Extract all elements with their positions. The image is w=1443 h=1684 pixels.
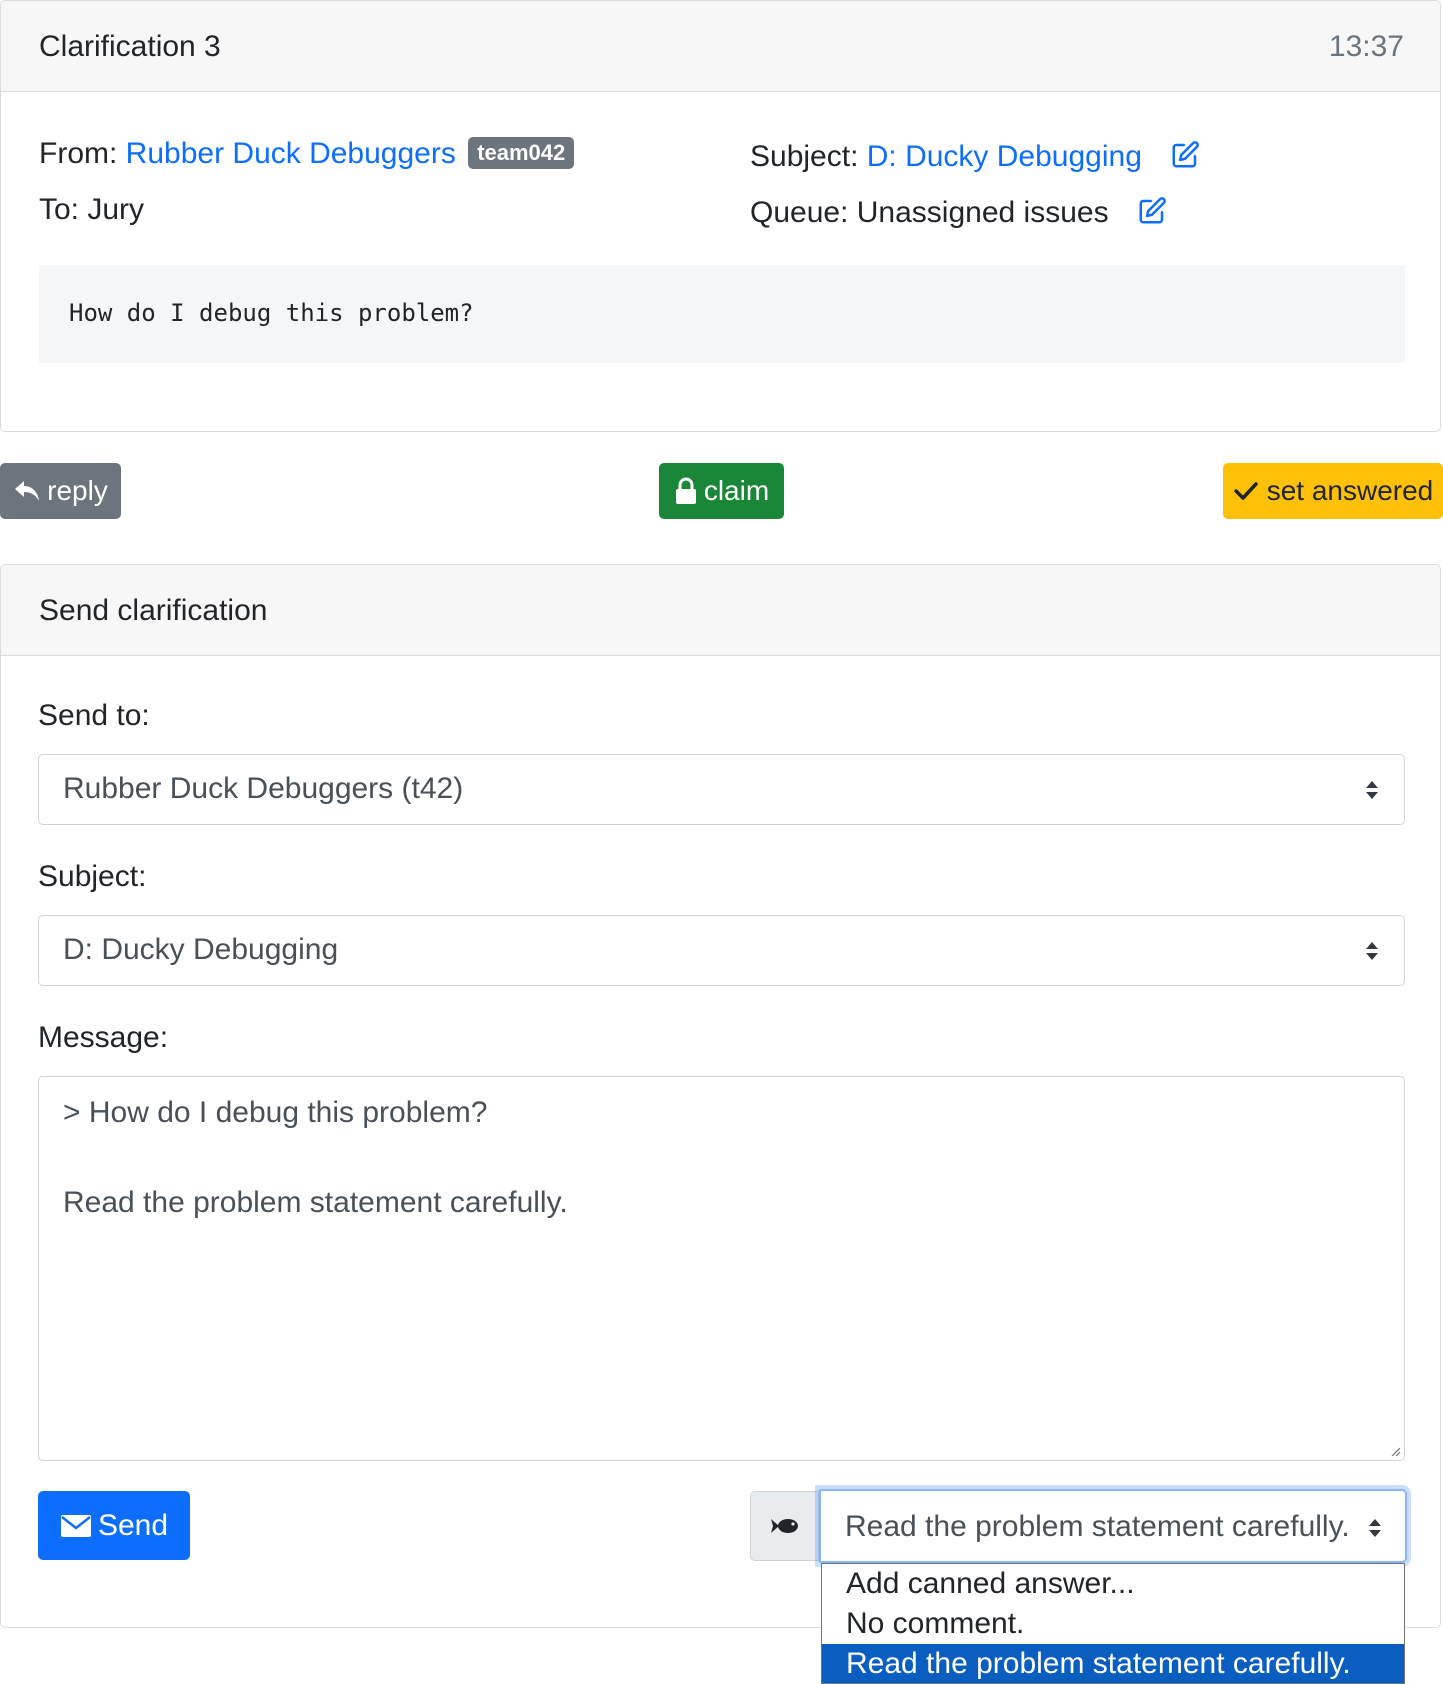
send-to-value: Rubber Duck Debuggers (t42) <box>63 772 464 805</box>
envelope-icon <box>60 1514 91 1537</box>
send-clarification-header: Send clarification <box>1 565 1440 656</box>
from-row: From: Rubber Duck Debuggers team042 <box>39 136 575 172</box>
clarification-card: Clarification 3 13:37 From: Rubber Duck … <box>0 0 1441 432</box>
clarification-body: How do I debug this problem? <box>39 265 1405 363</box>
sort-arrows-icon <box>1366 781 1378 799</box>
clarification-time: 13:37 <box>1328 30 1404 63</box>
from-team-link[interactable]: Rubber Duck Debuggers <box>126 137 456 170</box>
subject-select[interactable]: D: Ducky Debugging <box>38 915 1405 986</box>
reply-button[interactable]: reply <box>0 463 121 519</box>
set-answered-button[interactable]: set answered <box>1223 463 1443 519</box>
canned-option-add[interactable]: Add canned answer... <box>822 1564 1404 1604</box>
reply-arrow-icon <box>15 481 40 501</box>
edit-subject-icon[interactable] <box>1170 140 1200 170</box>
lock-icon <box>675 477 696 504</box>
canned-option-no-comment[interactable]: No comment. <box>822 1604 1404 1644</box>
resize-grip-icon[interactable] <box>1389 1445 1401 1457</box>
message-answer-line: Read the problem statement carefully. <box>63 1186 568 1219</box>
send-label: Send <box>97 1509 169 1542</box>
sort-arrows-icon <box>1369 1519 1381 1537</box>
queue-row: Queue: Unassigned issues <box>750 195 1167 231</box>
send-button[interactable]: Send <box>38 1491 190 1560</box>
to-value: Jury <box>87 193 145 226</box>
reply-label: reply <box>47 475 108 506</box>
clarification-body-text: How do I debug this problem? <box>69 299 474 327</box>
send-clarification-title: Send clarification <box>39 594 268 627</box>
clarification-header: Clarification 3 13:37 <box>1 1 1440 92</box>
subject-label: Subject: <box>750 140 859 173</box>
canned-answer-addon <box>750 1491 819 1561</box>
to-row: To: Jury <box>39 192 144 228</box>
subject-label: Subject: <box>38 860 147 893</box>
team-badge: team042 <box>468 137 575 169</box>
to-label: To: <box>39 193 80 226</box>
queue-value: Unassigned issues <box>856 196 1109 229</box>
set-answered-label: set answered <box>1266 475 1434 506</box>
canned-answer-selected: Read the problem statement carefully. <box>845 1510 1350 1543</box>
canned-answer-select[interactable]: Read the problem statement carefully. <box>819 1489 1407 1563</box>
from-label: From: <box>39 137 118 170</box>
queue-label: Queue: <box>750 196 849 229</box>
sort-arrows-icon <box>1366 942 1378 960</box>
claim-label: claim <box>703 475 770 506</box>
message-quote-line: > How do I debug this problem? <box>63 1096 488 1129</box>
message-label: Message: <box>38 1021 169 1054</box>
message-textarea[interactable]: > How do I debug this problem? Read the … <box>38 1076 1405 1461</box>
subject-link[interactable]: D: Ducky Debugging <box>867 140 1142 173</box>
claim-button[interactable]: claim <box>659 463 784 519</box>
fish-icon <box>770 1519 798 1533</box>
canned-answer-dropdown: Add canned answer... No comment. Read th… <box>821 1563 1405 1684</box>
send-to-label: Send to: <box>38 699 150 732</box>
check-icon <box>1233 482 1258 500</box>
subject-row: Subject: D: Ducky Debugging <box>750 139 1200 175</box>
subject-select-value: D: Ducky Debugging <box>63 933 339 966</box>
clarification-title: Clarification 3 <box>39 30 221 63</box>
canned-option-read-statement[interactable]: Read the problem statement carefully. <box>822 1644 1404 1683</box>
edit-queue-icon[interactable] <box>1137 196 1167 226</box>
send-to-select[interactable]: Rubber Duck Debuggers (t42) <box>38 754 1405 825</box>
